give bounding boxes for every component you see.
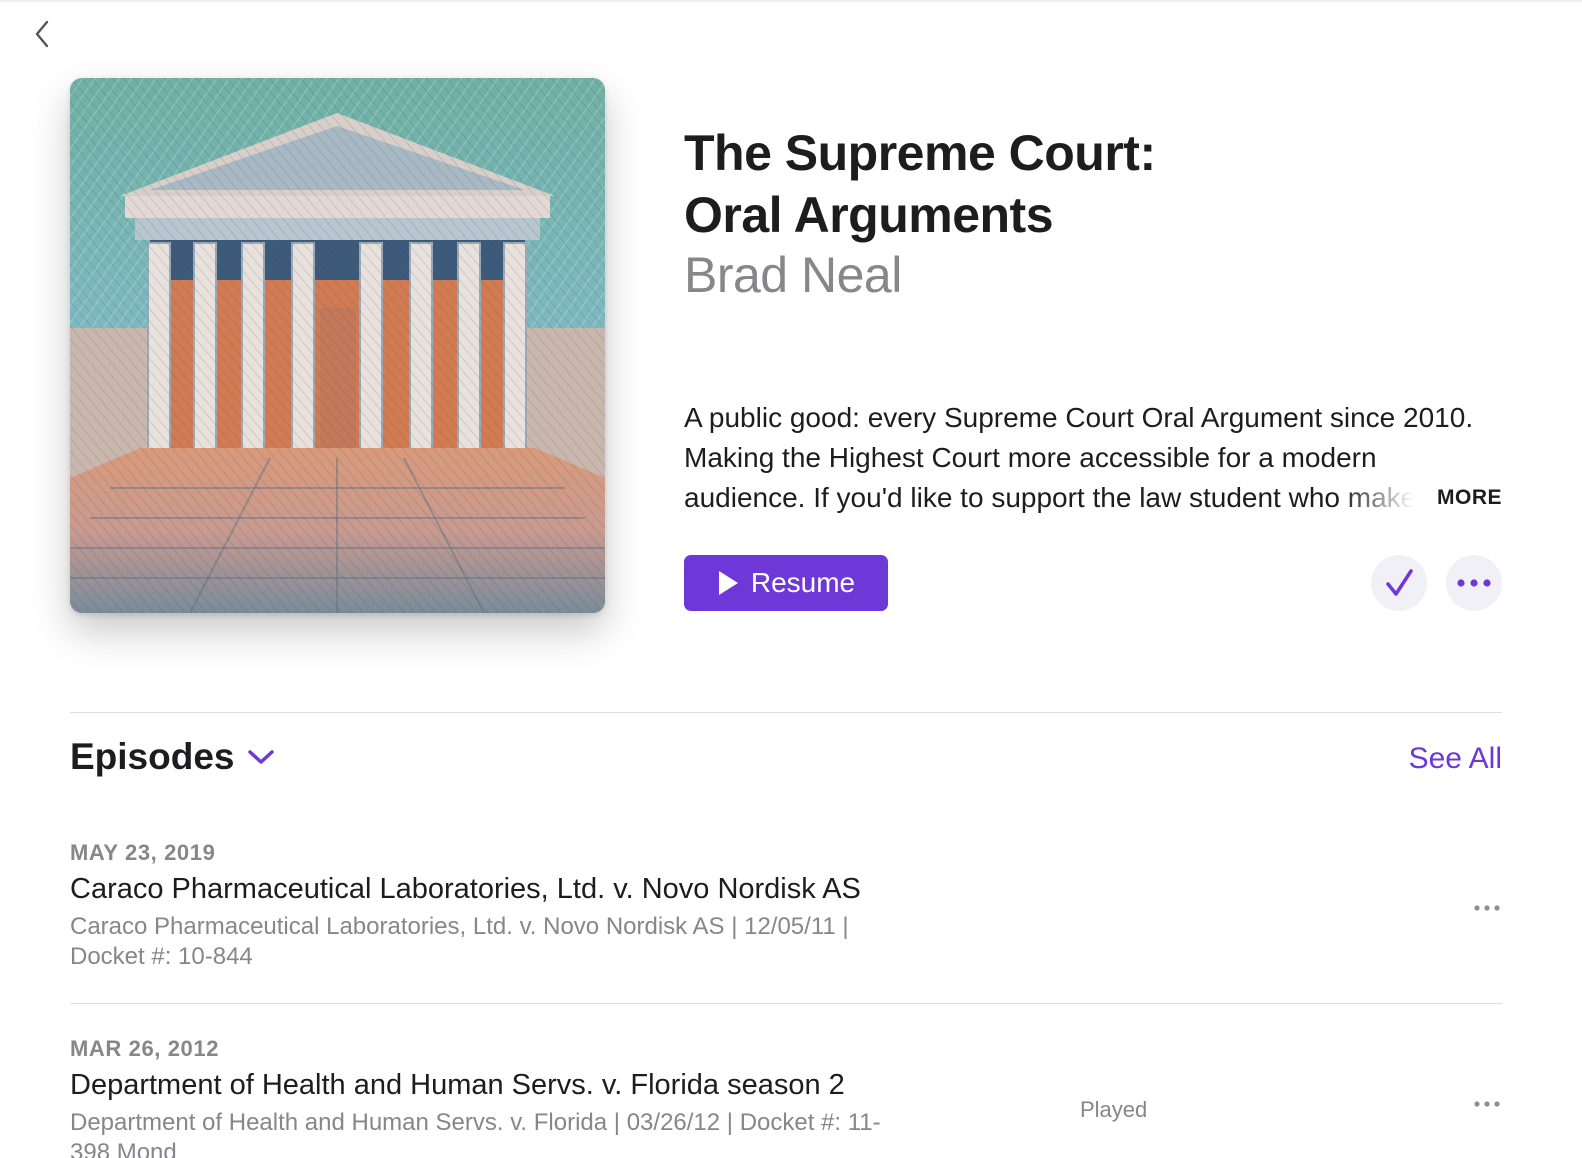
chevron-left-icon (35, 20, 49, 48)
episodes-title: Episodes (70, 736, 235, 777)
podcast-title: The Supreme Court: Oral Arguments (684, 122, 1504, 246)
description-more-fade: MORE (1342, 478, 1502, 518)
section-divider (70, 712, 1502, 713)
podcast-title-line1: The Supreme Court: (684, 125, 1156, 181)
episodes-header[interactable]: Episodes (70, 736, 275, 778)
episode-row[interactable]: MAY 23, 2019 Caraco Pharmaceutical Labor… (70, 838, 1502, 1004)
episode-row[interactable]: MAR 26, 2012 Department of Health and Hu… (70, 1034, 1502, 1158)
episode-description: Caraco Pharmaceutical Laboratories, Ltd.… (70, 913, 849, 970)
episode-date: MAY 23, 2019 (70, 840, 216, 865)
episode-divider (70, 1003, 1502, 1004)
episode-played-status: Played (1080, 1097, 1148, 1122)
resume-button[interactable]: Resume (684, 555, 888, 611)
more-button[interactable]: MORE (1437, 478, 1502, 518)
podcast-author-link[interactable]: Brad Neal (684, 244, 902, 306)
play-icon (718, 571, 738, 595)
episode-more-button[interactable] (1472, 898, 1502, 918)
podcast-description: A public good: every Supreme Court Oral … (684, 398, 1502, 518)
more-options-button[interactable] (1446, 555, 1502, 611)
ellipsis-icon (1474, 1101, 1500, 1107)
episode-more-button[interactable] (1472, 1094, 1502, 1114)
ellipsis-icon (1474, 905, 1500, 911)
back-button[interactable] (28, 18, 56, 50)
episode-description: Department of Health and Human Servs. v.… (70, 1109, 881, 1158)
checkmark-icon (1386, 569, 1413, 596)
window-top-border (0, 0, 1582, 2)
episode-title[interactable]: Caraco Pharmaceutical Laboratories, Ltd.… (70, 870, 1502, 908)
podcast-artwork[interactable] (70, 78, 605, 613)
podcast-title-line2: Oral Arguments (684, 187, 1054, 243)
episode-title[interactable]: Department of Health and Human Servs. v.… (70, 1066, 1502, 1104)
supreme-court-building-artwork (70, 78, 605, 613)
subscribed-button[interactable] (1371, 555, 1427, 611)
chevron-down-icon (247, 750, 274, 764)
see-all-link[interactable]: See All (1409, 742, 1502, 776)
ellipsis-icon (1457, 579, 1491, 587)
episode-date: MAR 26, 2012 (70, 1036, 220, 1061)
resume-label: Resume (750, 567, 856, 598)
